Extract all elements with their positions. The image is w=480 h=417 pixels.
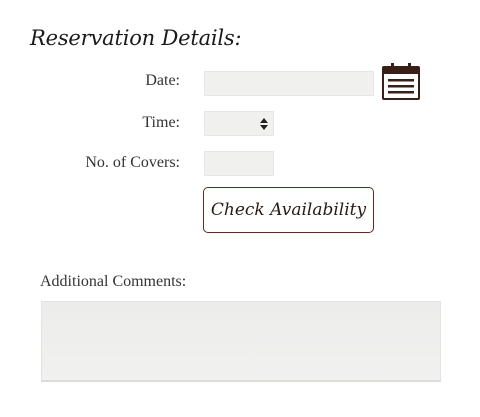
up-down-arrows-icon — [260, 118, 268, 130]
time-select[interactable] — [204, 111, 274, 136]
time-label: Time: — [142, 114, 180, 131]
comments-textarea[interactable] — [41, 301, 441, 382]
date-input[interactable] — [204, 71, 374, 96]
check-availability-button[interactable]: Check Availability — [203, 187, 374, 233]
section-title: Reservation Details: — [30, 26, 242, 50]
calendar-icon[interactable] — [382, 62, 420, 100]
comments-label: Additional Comments: — [40, 273, 187, 290]
covers-input[interactable] — [204, 151, 274, 176]
date-label: Date: — [145, 72, 180, 89]
covers-label: No. of Covers: — [85, 154, 180, 171]
